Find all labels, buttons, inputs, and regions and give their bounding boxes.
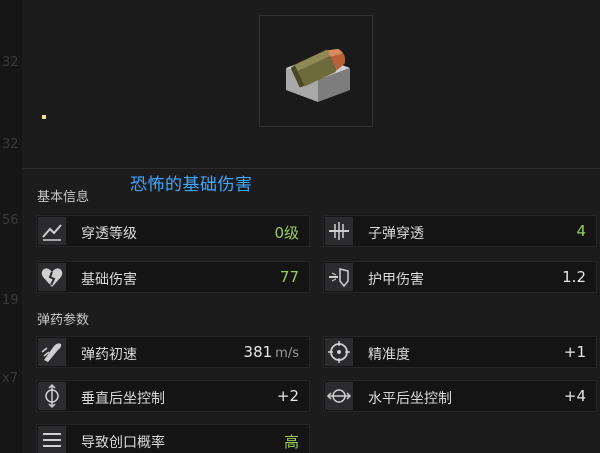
bleed-chance-icon <box>38 426 66 453</box>
stat-row-bleed-chance: 导致创口概率 高 <box>36 424 310 453</box>
stat-row-muzzle-velocity: 弹药初速 381 m/s <box>36 336 310 368</box>
backdrop-number: 32 <box>2 55 19 70</box>
stat-value: 高 <box>283 433 299 451</box>
section-title-basic: 基本信息 <box>37 190 90 205</box>
backdrop-number: 32 <box>2 137 19 152</box>
broken-heart-icon <box>38 263 66 291</box>
stat-row-penetration-level: 穿透等级 0级 <box>36 215 310 247</box>
muzzle-velocity-icon <box>38 338 66 366</box>
stat-value: 381 m/s <box>244 343 299 361</box>
penetration-level-icon <box>38 217 66 245</box>
horizontal-recoil-icon <box>325 382 353 410</box>
stat-value-number: 381 <box>243 343 273 361</box>
stat-label: 弹药初速 <box>81 347 137 363</box>
stat-label: 护甲伤害 <box>368 272 424 288</box>
stat-label: 穿透等级 <box>81 226 137 242</box>
stat-row-accuracy: 精准度 +1 <box>323 336 597 368</box>
indicator-dot <box>42 115 46 119</box>
stat-row-bullet-penetration: 子弹穿透 4 <box>323 215 597 247</box>
stat-value: 77 <box>279 268 299 286</box>
divider <box>22 168 600 169</box>
vertical-recoil-icon <box>38 382 66 410</box>
background-list-strip: 32 32 56 19 x7 <box>0 0 22 453</box>
stat-row-armor-damage: 护甲伤害 1.2 <box>323 261 597 293</box>
stat-label: 导致创口概率 <box>81 435 165 451</box>
stat-value: +2 <box>276 387 299 405</box>
stat-row-horizontal-recoil: 水平后坐控制 +4 <box>323 380 597 412</box>
stat-label: 基础伤害 <box>81 272 137 288</box>
ammo-item-image <box>259 15 373 127</box>
ammo-details-panel: 32 32 56 19 x7 恐怖的基础伤害 基本信息 穿透等级 0级 子弹穿透… <box>0 0 600 453</box>
stat-label: 水平后坐控制 <box>368 391 452 407</box>
backdrop-number: 56 <box>2 213 19 228</box>
section-title-ammo: 弹药参数 <box>37 313 90 328</box>
stat-row-base-damage: 基础伤害 77 <box>36 261 310 293</box>
stat-value: +1 <box>563 343 586 361</box>
stat-label: 垂直后坐控制 <box>81 391 165 407</box>
ammo-box-icon <box>286 48 350 102</box>
stat-label: 子弹穿透 <box>368 226 424 242</box>
bullet-penetration-icon <box>325 217 353 245</box>
annotation-text: 恐怖的基础伤害 <box>130 175 253 195</box>
stat-label: 精准度 <box>368 347 410 363</box>
crosshair-icon <box>325 338 353 366</box>
stat-value: 0级 <box>274 224 299 242</box>
stat-row-vertical-recoil: 垂直后坐控制 +2 <box>36 380 310 412</box>
armor-damage-icon <box>325 263 353 291</box>
stat-value: 1.2 <box>562 268 586 286</box>
backdrop-number: 19 <box>2 293 19 308</box>
stat-value-unit: m/s <box>275 346 299 361</box>
stat-value: +4 <box>563 387 586 405</box>
backdrop-number: x7 <box>2 371 18 386</box>
stat-value: 4 <box>576 222 586 240</box>
